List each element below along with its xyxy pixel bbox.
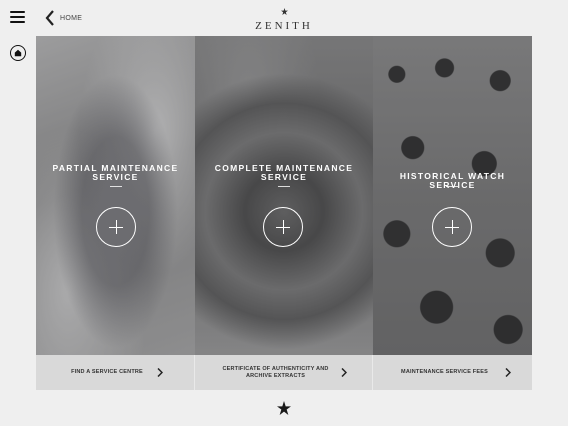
link-label: Find a Service Centre: [71, 369, 143, 376]
title-divider: [278, 186, 290, 187]
top-bar: HOME ZENITH: [0, 0, 568, 36]
title-divider: [110, 186, 122, 187]
certificate-authenticity-link[interactable]: Certificate of Authenticity and Archive …: [195, 355, 373, 390]
home-icon: [14, 49, 22, 57]
plus-circle-icon[interactable]: [263, 207, 303, 247]
link-label: Certificate of Authenticity and Archive …: [222, 366, 329, 379]
panel-historical-watch[interactable]: Historical Watch Service: [373, 36, 532, 355]
chevron-left-icon: [45, 10, 54, 26]
logo-star-icon: [280, 8, 288, 15]
link-label: Maintenance Service Fees: [401, 369, 488, 376]
chevron-right-icon: [340, 368, 347, 377]
plus-circle-icon[interactable]: [432, 207, 472, 247]
panel-title: Complete Maintenance Service: [214, 163, 354, 182]
maintenance-fees-link[interactable]: Maintenance Service Fees: [373, 355, 532, 390]
plus-circle-icon[interactable]: [96, 207, 136, 247]
panel-partial-maintenance[interactable]: Partial Maintenance Service: [36, 36, 195, 355]
panel-title: Historical Watch Service: [399, 171, 506, 190]
menu-icon[interactable]: [10, 11, 25, 23]
service-panels: Partial Maintenance Service Complete Mai…: [36, 36, 532, 355]
panel-complete-maintenance[interactable]: Complete Maintenance Service: [195, 36, 373, 355]
panel-title: Partial Maintenance Service: [52, 163, 179, 182]
back-button[interactable]: HOME: [45, 9, 82, 27]
brand-logo[interactable]: ZENITH: [252, 8, 316, 34]
service-links: Find a Service Centre Certificate of Aut…: [36, 355, 532, 390]
chevron-right-icon: [504, 368, 511, 377]
star-icon[interactable]: [277, 401, 291, 415]
logo-text: ZENITH: [255, 20, 313, 32]
find-service-centre-link[interactable]: Find a Service Centre: [36, 355, 195, 390]
chevron-right-icon: [157, 368, 163, 377]
home-button[interactable]: [10, 45, 26, 61]
title-divider: [446, 186, 458, 187]
back-label: HOME: [60, 14, 83, 22]
